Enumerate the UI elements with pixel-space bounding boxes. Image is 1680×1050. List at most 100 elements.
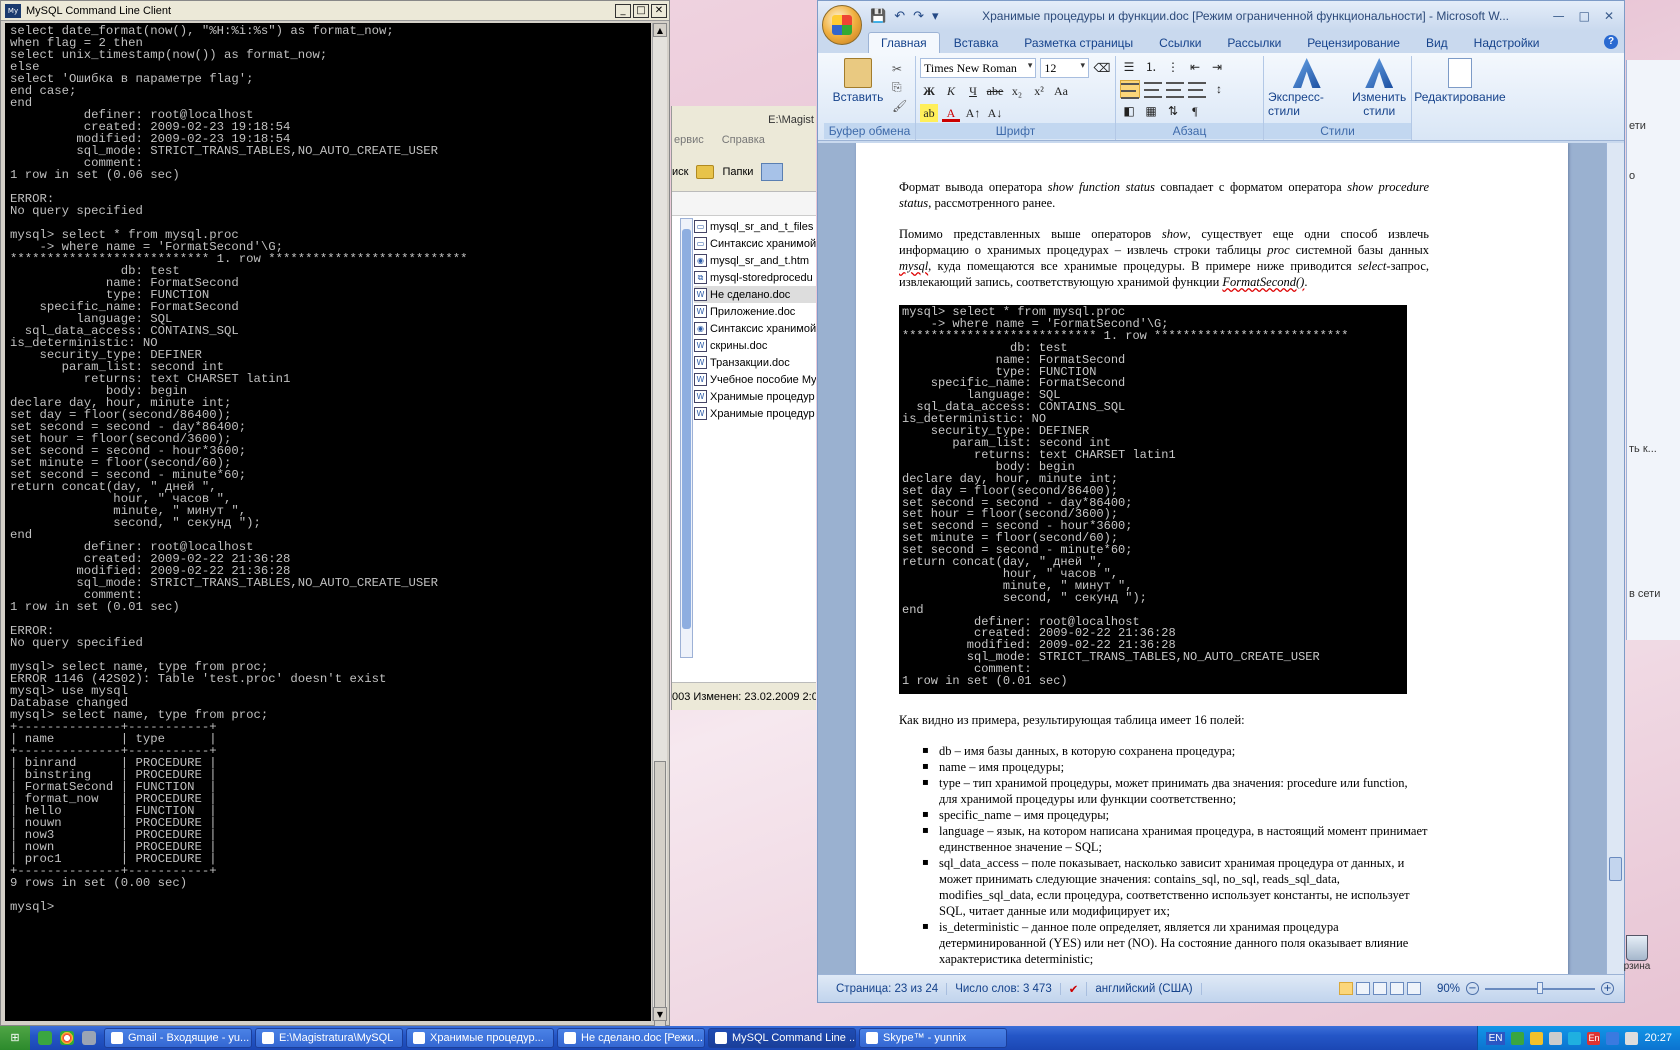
chrome-icon[interactable]	[60, 1031, 74, 1045]
bold-button[interactable]: Ж	[920, 82, 938, 100]
taskbar-task-button[interactable]: Gmail - Входящие - yu...	[104, 1028, 252, 1048]
change-styles-button[interactable]: Изменить стили	[1351, 58, 1407, 118]
zoom-in-icon[interactable]: +	[1601, 982, 1614, 995]
superscript-button[interactable]: x²	[1030, 82, 1048, 100]
font-color-icon[interactable]: A	[942, 104, 960, 122]
ribbon-tab[interactable]: Рецензирование	[1295, 33, 1412, 53]
file-list-item[interactable]: W Учебное пособие My	[694, 371, 816, 388]
taskbar-task-button[interactable]: E:\Magistratura\MySQL	[255, 1028, 403, 1048]
language-indicator[interactable]: английский (США)	[1087, 982, 1202, 995]
keyboard-layout-icon[interactable]: En	[1587, 1031, 1601, 1045]
increase-indent-icon[interactable]: ⇥	[1208, 58, 1226, 76]
shading-icon[interactable]: ◧	[1120, 102, 1138, 120]
minimize-button[interactable]: _	[615, 3, 631, 18]
underline-button[interactable]: Ч	[964, 82, 982, 100]
outline-icon[interactable]	[1389, 982, 1404, 995]
taskbar-task-button[interactable]: Skype™ - yunnix	[859, 1028, 1007, 1048]
help-icon[interactable]: ?	[1604, 35, 1618, 49]
save-icon[interactable]: 💾	[870, 8, 886, 24]
express-styles-button[interactable]: Экспресс-стили	[1268, 58, 1345, 118]
ribbon-tab[interactable]: Ссылки	[1147, 33, 1213, 53]
file-list-item[interactable]: ◉ mysql_sr_and_t.htm	[694, 252, 816, 269]
ribbon-tab[interactable]: Разметка страницы	[1012, 33, 1145, 53]
line-spacing-icon[interactable]: ↕	[1210, 80, 1228, 98]
word-close-button[interactable]: ✕	[1604, 9, 1614, 23]
ribbon-tab[interactable]: Вставка	[942, 33, 1011, 53]
show-marks-icon[interactable]: ¶	[1186, 102, 1204, 120]
file-list-item[interactable]: W Приложение.doc	[694, 303, 816, 320]
menu-item-help[interactable]: Справка	[722, 134, 765, 152]
input-language[interactable]: EN	[1485, 1031, 1506, 1045]
explorer-scroll-thumb[interactable]	[682, 229, 691, 629]
recycle-bin-icon[interactable]: рзина	[1620, 935, 1654, 972]
file-list-item[interactable]: ▭ mysql_sr_and_t_files	[694, 218, 816, 235]
explorer-address-bar[interactable]	[672, 192, 816, 216]
file-list-item[interactable]: Wскрины.doc	[694, 337, 816, 354]
menu-item-service[interactable]: ервис	[674, 134, 704, 152]
mysql-titlebar[interactable]: My MySQL Command Line Client _ □ ✕	[1, 1, 669, 21]
volume-icon[interactable]	[1549, 1031, 1563, 1045]
explorer-scrollbar[interactable]	[680, 218, 693, 658]
align-left-button[interactable]	[1120, 80, 1140, 99]
ribbon-tab[interactable]: Главная	[868, 32, 940, 53]
borders-icon[interactable]: ▦	[1142, 102, 1160, 120]
console-output[interactable]: select date_format(now(), "%H:%i:%s") as…	[5, 23, 651, 1021]
strikethrough-button[interactable]: abe	[986, 82, 1004, 100]
start-button[interactable]: ⊞	[0, 1026, 30, 1050]
clock[interactable]: 20:27	[1644, 1032, 1672, 1044]
shrink-font-icon[interactable]: A↓	[986, 104, 1004, 122]
draft-icon[interactable]	[1406, 982, 1421, 995]
zoom-slider[interactable]	[1485, 981, 1595, 994]
zoom-slider-knob[interactable]	[1537, 981, 1543, 994]
print-layout-icon[interactable]	[1338, 982, 1353, 995]
change-case-icon[interactable]: Aa	[1052, 82, 1070, 100]
scroll-down-arrow-icon[interactable]: ▼	[653, 1007, 667, 1021]
document-area[interactable]: Формат вывода оператора show function st…	[818, 143, 1606, 974]
file-list-item[interactable]: W Хранимые процедур	[694, 388, 816, 405]
word-minimize-button[interactable]: —	[1553, 9, 1565, 23]
sort-icon[interactable]: ⇅	[1164, 102, 1182, 120]
decrease-indent-icon[interactable]: ⇤	[1186, 58, 1204, 76]
tray-app-icon[interactable]	[1511, 1031, 1525, 1045]
web-layout-icon[interactable]	[1372, 982, 1387, 995]
console-scroll-thumb[interactable]	[654, 761, 666, 1041]
spellcheck-icon[interactable]: ✔	[1061, 981, 1088, 996]
close-button[interactable]: ✕	[651, 3, 667, 18]
font-size-select[interactable]: 12	[1040, 58, 1089, 78]
cut-icon[interactable]: ✂	[892, 62, 907, 76]
word-titlebar[interactable]: 💾 ↶ ↷ ▾ Хранимые процедуры и функции.doc…	[818, 1, 1624, 31]
bullets-icon[interactable]: ☰	[1120, 58, 1138, 76]
align-right-button[interactable]	[1166, 80, 1184, 98]
undo-icon[interactable]: ↶	[894, 8, 905, 24]
bluetooth-icon[interactable]	[1606, 1031, 1620, 1045]
tray-folder-icon[interactable]	[1530, 1031, 1544, 1045]
ribbon-tab[interactable]: Рассылки	[1215, 33, 1293, 53]
multilevel-list-icon[interactable]: ⋮	[1164, 58, 1182, 76]
console-scrollbar[interactable]: ▲ ▼	[652, 23, 667, 1041]
subscript-button[interactable]: x₂	[1008, 82, 1026, 100]
document-scroll-thumb[interactable]	[1609, 857, 1622, 881]
editing-button[interactable]: Редактирование	[1414, 58, 1506, 104]
format-painter-icon[interactable]: 🖌	[892, 99, 907, 113]
italic-button[interactable]: К	[942, 82, 960, 100]
file-list-item[interactable]: W Хранимые процедур	[694, 405, 816, 422]
office-button[interactable]	[822, 5, 862, 45]
copy-icon[interactable]: ⎘	[892, 80, 907, 95]
background-window-fragment[interactable]: ети о ть к... в сети	[1626, 60, 1680, 640]
view-mode-icon[interactable]	[761, 162, 784, 181]
word-window[interactable]: 💾 ↶ ↷ ▾ Хранимые процедуры и функции.doc…	[817, 0, 1625, 1003]
ribbon-tab[interactable]: Вид	[1414, 33, 1460, 53]
skype-tray-icon[interactable]	[1568, 1031, 1582, 1045]
full-screen-reading-icon[interactable]	[1355, 982, 1370, 995]
clear-format-icon[interactable]: ⌫	[1093, 59, 1111, 77]
justify-button[interactable]	[1188, 80, 1206, 98]
network-icon[interactable]	[1625, 1031, 1639, 1045]
quick-launch-app-icon[interactable]	[38, 1031, 52, 1045]
quick-launch-tool-icon[interactable]	[82, 1031, 96, 1045]
align-center-button[interactable]	[1144, 80, 1162, 98]
taskbar-task-button[interactable]: Хранимые процедур...	[406, 1028, 554, 1048]
file-list-item[interactable]: ⧉ mysql-storedprocedu	[694, 269, 816, 286]
font-name-select[interactable]: Times New Roman	[920, 58, 1037, 78]
numbering-icon[interactable]: ⒈	[1142, 58, 1160, 76]
scroll-up-arrow-icon[interactable]: ▲	[653, 23, 667, 37]
